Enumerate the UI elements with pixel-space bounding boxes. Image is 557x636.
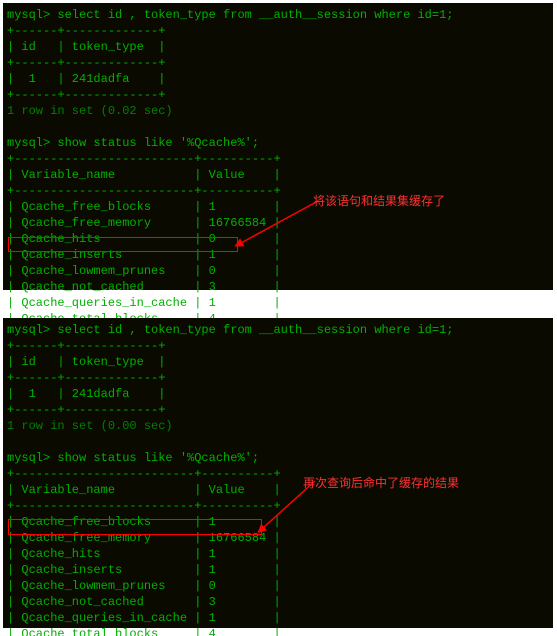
column-headers: | Variable_name | Value | [7, 482, 553, 498]
data-row: | 1 | 241dadfa | [7, 71, 553, 87]
status-row: | Qcache_free_blocks | 1 | [7, 514, 553, 530]
status-row: | Qcache_not_cached | 3 | [7, 279, 553, 295]
mysql-prompt-query: mysql> select id , token_type from __aut… [7, 322, 553, 338]
status-row-hits: | Qcache_hits | 1 | [7, 546, 553, 562]
data-row: | 1 | 241dadfa | [7, 386, 553, 402]
status-row: | Qcache_queries_in_cache | 1 | [7, 610, 553, 626]
status-row: | Qcache_lowmem_prunes | 0 | [7, 263, 553, 279]
table-border: +------+-------------+ [7, 370, 553, 386]
summary: 1 row in set (0.02 sec) [7, 103, 553, 119]
status-row: | Qcache_inserts | 1 | [7, 562, 553, 578]
table-border: +-------------------------+----------+ [7, 466, 553, 482]
terminal-2: mysql> select id , token_type from __aut… [3, 318, 553, 628]
terminal-1: mysql> select id , token_type from __aut… [3, 3, 553, 290]
table-border: +------+-------------+ [7, 55, 553, 71]
status-row: | Qcache_lowmem_prunes | 0 | [7, 578, 553, 594]
blank [7, 119, 553, 135]
mysql-prompt-status: mysql> show status like '%Qcache%'; [7, 135, 553, 151]
status-row: | Qcache_not_cached | 3 | [7, 594, 553, 610]
status-row: | Qcache_total_blocks | 4 | [7, 626, 553, 636]
table-border: +------+-------------+ [7, 402, 553, 418]
mysql-prompt-status: mysql> show status like '%Qcache%'; [7, 450, 553, 466]
table-border: +------+-------------+ [7, 87, 553, 103]
table-border: +-------------------------+----------+ [7, 151, 553, 167]
status-row: | Qcache_inserts | 1 | [7, 247, 553, 263]
table-border: +-------------------------+----------+ [7, 498, 553, 514]
status-row: | Qcache_hits | 0 | [7, 231, 553, 247]
status-row: | Qcache_free_memory | 16766584 | [7, 530, 553, 546]
mysql-prompt-query: mysql> select id , token_type from __aut… [7, 7, 553, 23]
status-row-queries-in-cache: | Qcache_queries_in_cache | 1 | [7, 295, 553, 311]
status-row: | Qcache_free_blocks | 1 | [7, 199, 553, 215]
column-headers: | id | token_type | [7, 354, 553, 370]
column-headers: | id | token_type | [7, 39, 553, 55]
table-border: +------+-------------+ [7, 338, 553, 354]
summary: 1 row in set (0.00 sec) [7, 418, 553, 434]
column-headers: | Variable_name | Value | [7, 167, 553, 183]
status-row: | Qcache_free_memory | 16766584 | [7, 215, 553, 231]
table-border: +------+-------------+ [7, 23, 553, 39]
table-border: +-------------------------+----------+ [7, 183, 553, 199]
blank [7, 434, 553, 450]
